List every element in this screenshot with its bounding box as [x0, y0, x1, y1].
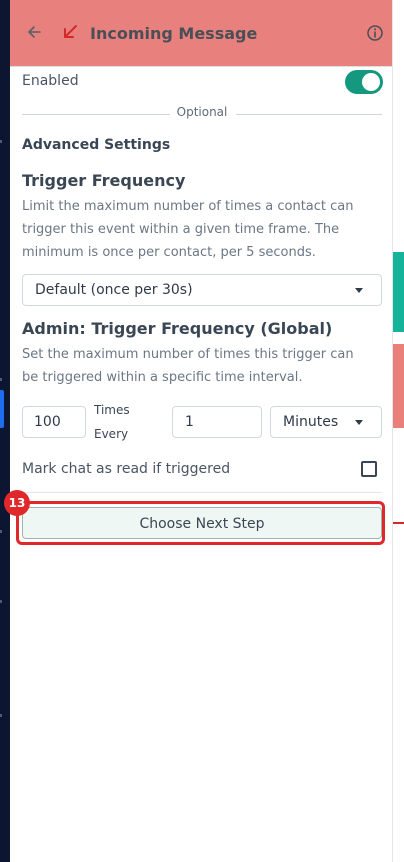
admin-frequency-description: Set the maximum number of times this tri… — [22, 343, 354, 389]
interval-input[interactable]: 1 — [172, 406, 262, 438]
trigger-settings-panel: Incoming Message Enabled Optional Advanc… — [10, 0, 393, 862]
arrow-down-left-icon — [64, 25, 77, 38]
trigger-frequency-heading: Trigger Frequency — [22, 171, 186, 190]
info-circle-icon[interactable] — [366, 24, 384, 42]
description-line: trigger this event within a given time f… — [22, 222, 340, 237]
advanced-settings-heading: Advanced Settings — [22, 137, 171, 153]
edge-highlight — [0, 390, 4, 428]
admin-frequency-heading: Admin: Trigger Frequency (Global) — [22, 319, 333, 338]
interval-unit-value: Minutes — [283, 414, 339, 430]
trigger-frequency-value: Default (once per 30s) — [35, 282, 193, 298]
trigger-frequency-select[interactable]: Default (once per 30s) — [22, 274, 382, 306]
mark-read-label: Mark chat as read if triggered — [22, 461, 231, 477]
canvas-background — [392, 0, 404, 862]
canvas-node-teal[interactable] — [392, 252, 404, 332]
canvas-node-red[interactable] — [392, 344, 404, 428]
enabled-label: Enabled — [22, 73, 79, 89]
description-line: minimum is once per contact, per 5 secon… — [22, 245, 316, 260]
times-input[interactable]: 100 — [22, 406, 86, 438]
edge-mark — [0, 378, 2, 381]
choose-next-step-button[interactable]: Choose Next Step — [22, 507, 382, 539]
divider — [22, 114, 170, 115]
enabled-toggle[interactable] — [345, 70, 383, 94]
times-label: Times — [94, 403, 130, 417]
edge-mark — [0, 140, 2, 143]
interval-unit-select[interactable]: Minutes — [270, 406, 382, 438]
panel-header: Incoming Message — [10, 0, 392, 67]
edge-mark — [0, 600, 2, 603]
divider — [22, 492, 382, 493]
divider — [236, 114, 382, 115]
every-label: Every — [94, 427, 129, 441]
toggle-knob — [362, 73, 380, 91]
caret-down-icon — [355, 288, 363, 293]
caret-down-icon — [355, 420, 363, 425]
edge-mark — [0, 530, 2, 533]
panel-title: Incoming Message — [90, 24, 258, 43]
step-number-badge: 13 — [4, 490, 30, 516]
arrow-left-icon[interactable] — [24, 22, 44, 42]
description-line: be triggered within a specific time inte… — [22, 370, 303, 385]
description-line: Set the maximum number of times this tri… — [22, 347, 354, 362]
mark-read-checkbox[interactable] — [361, 461, 377, 477]
canvas-connector — [392, 522, 404, 524]
trigger-frequency-description: Limit the maximum number of times a cont… — [22, 195, 354, 264]
optional-divider-label: Optional — [176, 105, 228, 119]
description-line: Limit the maximum number of times a cont… — [22, 199, 354, 214]
edge-mark — [0, 714, 2, 717]
